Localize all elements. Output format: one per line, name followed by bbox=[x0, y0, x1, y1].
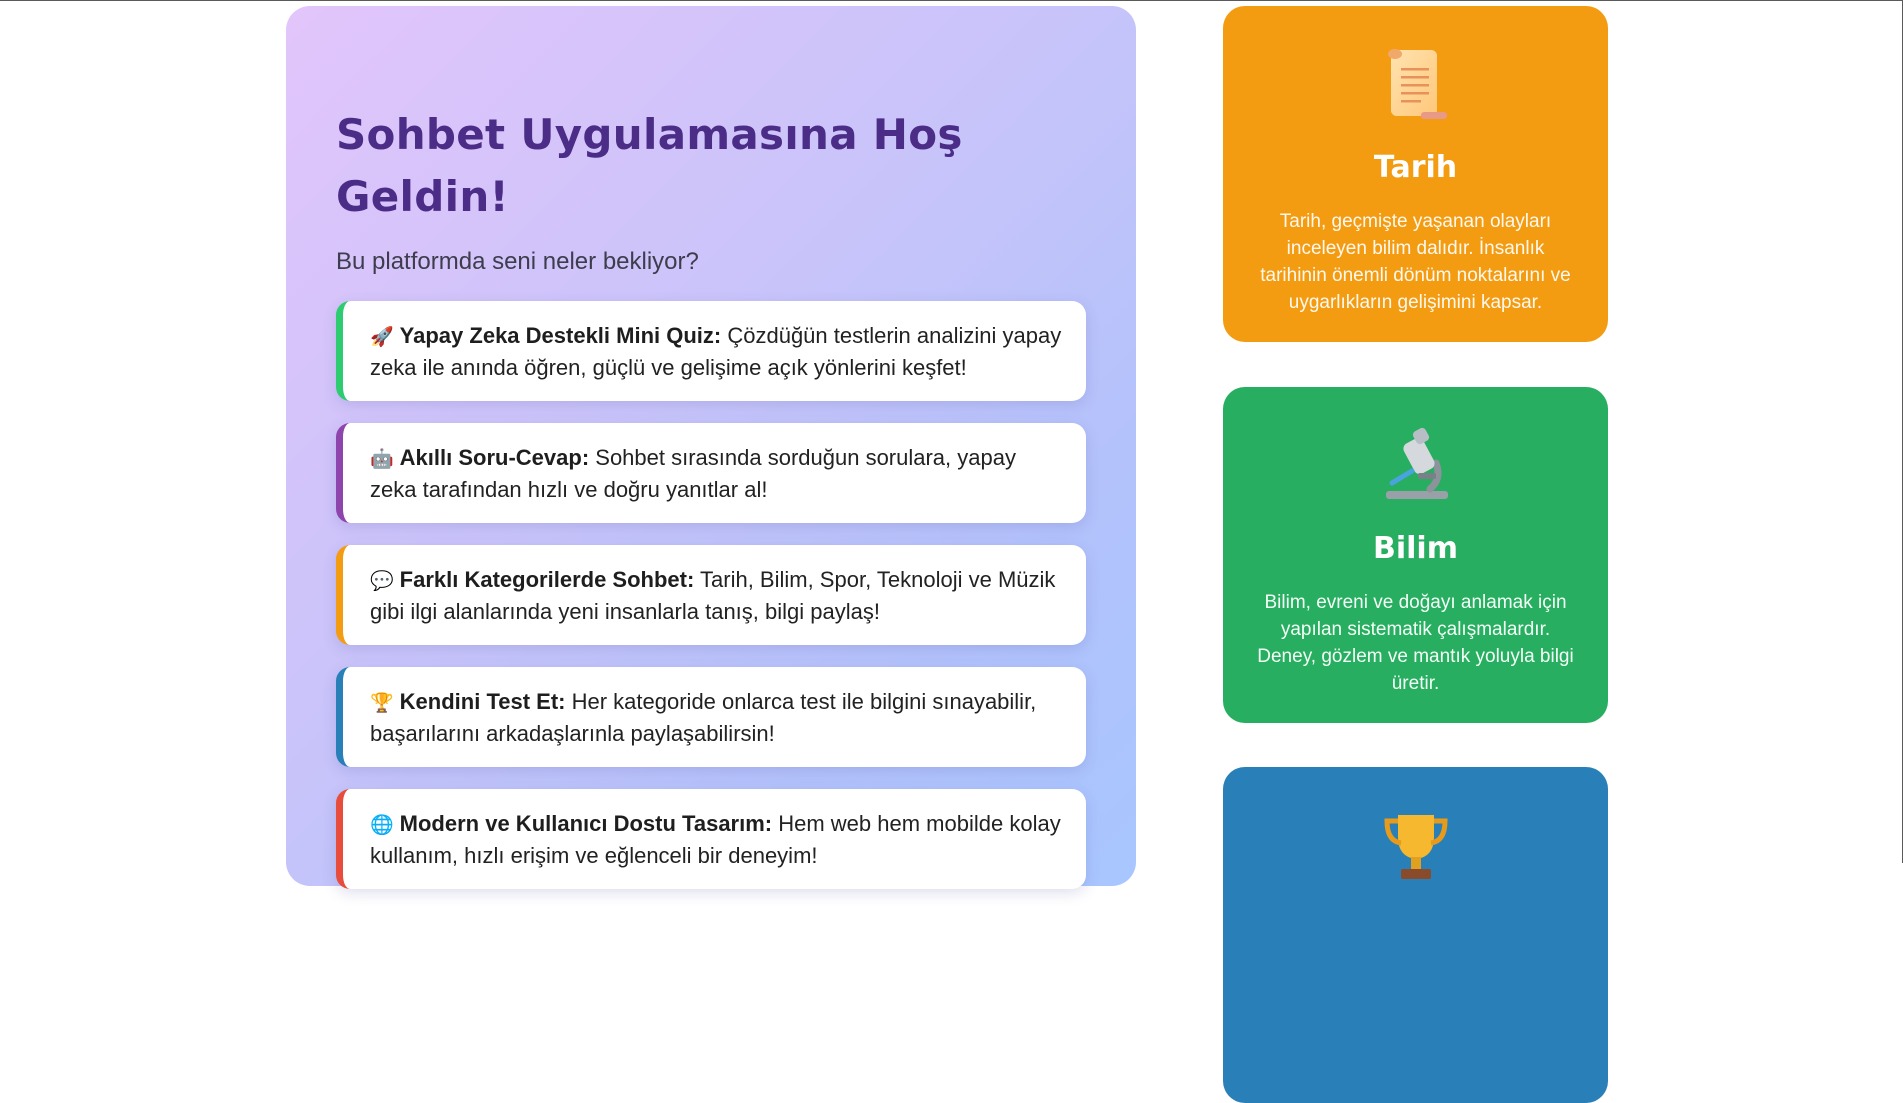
feature-list: 🚀Yapay Zeka Destekli Mini Quiz: Çözdüğün… bbox=[336, 301, 1086, 911]
category-card-tarih[interactable]: Tarih Tarih, geçmişte yaşanan olayları i… bbox=[1223, 6, 1608, 342]
feature-title: Yapay Zeka Destekli Mini Quiz: bbox=[400, 323, 722, 348]
robot-icon: 🤖 bbox=[370, 449, 394, 470]
category-card-bilim[interactable]: Bilim Bilim, evreni ve doğayı anlamak iç… bbox=[1223, 387, 1608, 723]
scroll-icon bbox=[1223, 46, 1608, 126]
category-title: Bilim bbox=[1223, 531, 1608, 566]
feature-card-mini-quiz: 🚀Yapay Zeka Destekli Mini Quiz: Çözdüğün… bbox=[336, 301, 1086, 401]
feature-card-self-test: 🏆Kendini Test Et: Her kategoride onlarca… bbox=[336, 667, 1086, 767]
category-card-third[interactable] bbox=[1223, 767, 1608, 1103]
trophy-icon: 🏆 bbox=[370, 693, 394, 714]
welcome-title: Sohbet Uygulamasına Hoş Geldin! bbox=[336, 104, 1056, 228]
feature-title: Akıllı Soru-Cevap: bbox=[400, 445, 589, 470]
rocket-icon: 🚀 bbox=[370, 327, 394, 348]
feature-card-smart-qa: 🤖Akıllı Soru-Cevap: Sohbet sırasında sor… bbox=[336, 423, 1086, 523]
welcome-panel: Sohbet Uygulamasına Hoş Geldin! Bu platf… bbox=[286, 6, 1136, 886]
category-description: Tarih, geçmişte yaşanan olayları inceley… bbox=[1255, 208, 1576, 316]
welcome-subtitle: Bu platformda seni neler bekliyor? bbox=[336, 248, 699, 276]
feature-title: Farklı Kategorilerde Sohbet: bbox=[400, 567, 695, 592]
globe-icon: 🌐 bbox=[370, 815, 394, 836]
feature-card-modern-design: 🌐Modern ve Kullanıcı Dostu Tasarım: Hem … bbox=[336, 789, 1086, 889]
trophy-icon bbox=[1223, 807, 1608, 887]
feature-card-category-chat: 💬Farklı Kategorilerde Sohbet: Tarih, Bil… bbox=[336, 545, 1086, 645]
feature-title: Modern ve Kullanıcı Dostu Tasarım: bbox=[400, 811, 772, 836]
microscope-icon bbox=[1223, 427, 1608, 507]
feature-title: Kendini Test Et: bbox=[400, 689, 566, 714]
speech-bubble-icon: 💬 bbox=[370, 571, 394, 592]
category-title: Tarih bbox=[1223, 150, 1608, 185]
category-description: Bilim, evreni ve doğayı anlamak için yap… bbox=[1255, 589, 1576, 697]
